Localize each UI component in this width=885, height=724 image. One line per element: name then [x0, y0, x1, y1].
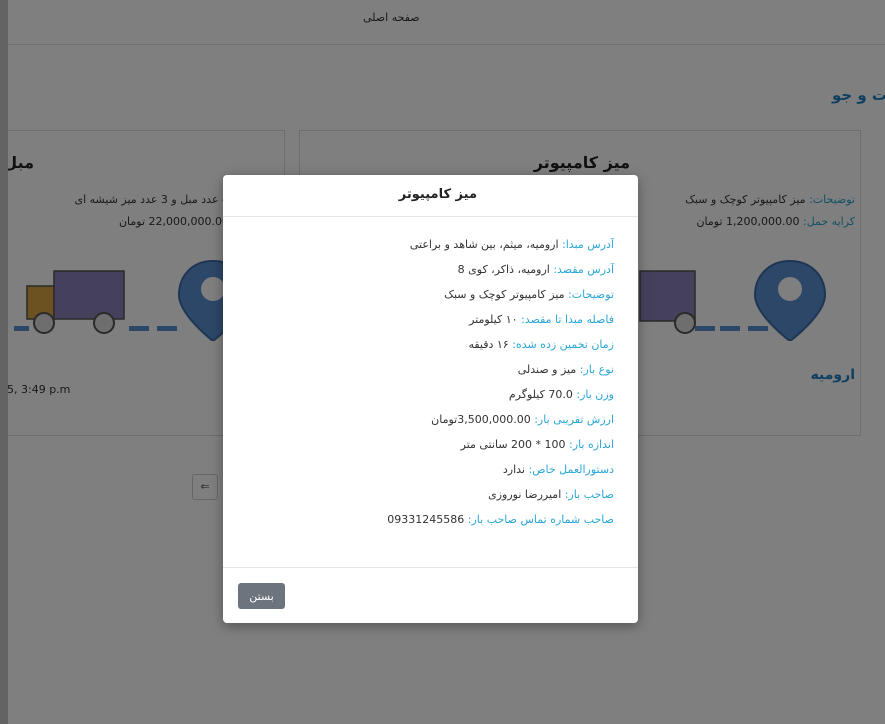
detail-value: میز و صندلی [517, 363, 577, 376]
detail-label: زمان تخمین زده شده: [512, 338, 614, 351]
detail-value: ۱۰ کیلومتر [469, 313, 518, 326]
cargo-details-modal: میز کامپیوتر آدرس مبدا: ارومیه، میثم، بی… [223, 175, 638, 623]
modal-body: آدرس مبدا: ارومیه، میثم، بین شاهد و براع… [254, 237, 614, 537]
detail-row: وزن بار: 70.0 کیلوگرم [254, 387, 614, 412]
detail-row: صاحب بار: امیررضا نوروزی [254, 487, 614, 512]
detail-row: اندازه بار: 100 * 200 سانتی متر [254, 437, 614, 462]
detail-label: دستورالعمل خاص: [528, 463, 615, 476]
detail-value: میز کامپیوتر کوچک و سبک [444, 288, 565, 301]
detail-value: ارومیه، ذاکر، کوی 8 [457, 263, 550, 276]
detail-row: صاحب شماره تماس صاحب بار: 09331245586 [254, 512, 614, 537]
detail-value: 70.0 کیلوگرم [508, 388, 573, 401]
detail-label: نوع بار: [579, 363, 614, 376]
modal-footer: بستن [223, 567, 638, 623]
detail-row: فاصله مبدا تا مقصد: ۱۰ کیلومتر [254, 312, 614, 337]
modal-title: میز کامپیوتر [398, 187, 477, 202]
close-button[interactable]: بستن [238, 583, 285, 609]
detail-label: توضیحات: [568, 288, 614, 301]
detail-label: ارزش تقریبی بار: [534, 413, 614, 426]
detail-row: توضیحات: میز کامپیوتر کوچک و سبک [254, 287, 614, 312]
modal-header: میز کامپیوتر [223, 175, 638, 217]
detail-label: آدرس مقصد: [553, 263, 614, 276]
detail-value: 100 * 200 سانتی متر [460, 438, 566, 451]
detail-row: ارزش تقریبی بار: 3,500,000.00تومان [254, 412, 614, 437]
detail-value: 3,500,000.00تومان [431, 413, 531, 426]
detail-row: نوع بار: میز و صندلی [254, 362, 614, 387]
detail-row: آدرس مقصد: ارومیه، ذاکر، کوی 8 [254, 262, 614, 287]
detail-value: 09331245586 [387, 513, 465, 526]
detail-row: زمان تخمین زده شده: ۱۶ دقیقه [254, 337, 614, 362]
detail-label: صاحب بار: [564, 488, 614, 501]
detail-value: ندارد [502, 463, 525, 476]
detail-label: اندازه بار: [569, 438, 614, 451]
detail-label: وزن بار: [576, 388, 614, 401]
detail-row: آدرس مبدا: ارومیه، میثم، بین شاهد و براع… [254, 237, 614, 262]
detail-label: آدرس مبدا: [562, 238, 614, 251]
detail-row: دستورالعمل خاص: ندارد [254, 462, 614, 487]
detail-value: ارومیه، میثم، بین شاهد و براعتی [409, 238, 559, 251]
detail-value: ۱۶ دقیقه [468, 338, 509, 351]
detail-label: فاصله مبدا تا مقصد: [521, 313, 614, 326]
detail-label: صاحب شماره تماس صاحب بار: [467, 513, 614, 526]
detail-value: امیررضا نوروزی [488, 488, 562, 501]
